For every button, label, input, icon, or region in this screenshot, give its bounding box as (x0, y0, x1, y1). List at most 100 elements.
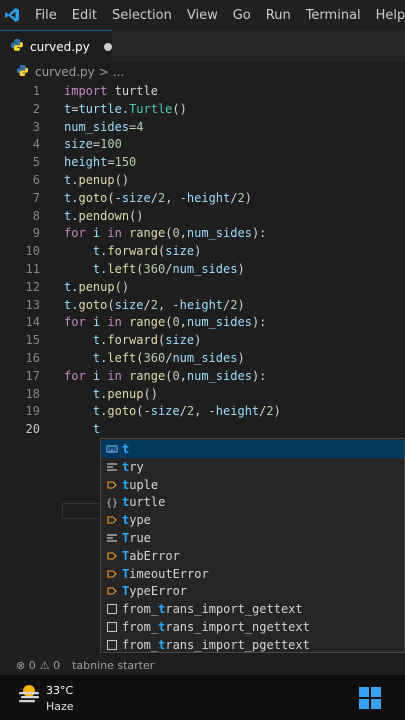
line-number: 3 (32, 119, 40, 134)
code-token: penup (107, 386, 144, 401)
code-line[interactable]: 9 for i in range(0,num_sides): (0, 224, 405, 242)
breadcrumb-file[interactable]: curved.py (35, 65, 95, 79)
code-text: num_sides=4 (64, 118, 144, 136)
code-token: , - (157, 297, 180, 312)
code-token: () (129, 208, 144, 223)
code-line[interactable]: 20 t (0, 420, 405, 438)
suggestion-item[interactable]: type (101, 511, 404, 529)
code-line[interactable]: 12 t.penup() (0, 278, 405, 296)
code-token: / (150, 190, 158, 205)
suggestion-item[interactable]: from_trans_import_pgettext (101, 636, 404, 654)
code-line[interactable]: 3 num_sides=4 (0, 118, 405, 136)
line-number: 1 (32, 84, 40, 98)
suggestion-label: TabError (122, 548, 180, 563)
code-token: 360 (143, 262, 166, 276)
menu-terminal[interactable]: Terminal (306, 8, 361, 23)
code-text: t.goto(-size/2, -height/2) (64, 189, 252, 207)
code-line[interactable]: 18 t.penup() (0, 385, 405, 403)
python-file-icon (16, 64, 29, 80)
suggestion-item[interactable]: try (101, 458, 404, 476)
suggestion-label: True (122, 531, 151, 545)
breadcrumb-more[interactable]: ... (113, 65, 124, 79)
code-token: forward (107, 333, 158, 348)
code-line[interactable]: 10 t.forward(size) (0, 242, 405, 260)
code-token: ) (237, 351, 245, 365)
menu-view[interactable]: View (187, 8, 218, 23)
code-text: t.pendown() (64, 207, 144, 225)
code-text: t.forward(size) (64, 242, 201, 260)
code-token: num_sides (172, 262, 238, 276)
menu-go[interactable]: Go (233, 8, 251, 23)
code-token: ) (237, 297, 245, 312)
code-token: , (179, 315, 187, 330)
code-token: / (143, 297, 151, 312)
unsaved-dot-icon[interactable] (103, 42, 112, 51)
code-line[interactable]: 4 size=100 (0, 135, 405, 153)
code-text: t.forward(size) (64, 331, 201, 349)
suggestion-item[interactable]: from_trans_import_gettext (101, 600, 404, 618)
code-token: in (107, 368, 122, 383)
code-line[interactable]: 2 t=turtle.Turtle() (0, 100, 405, 118)
code-token: , (179, 226, 187, 241)
vscode-logo-icon (4, 0, 20, 30)
code-line[interactable]: 5 height=150 (0, 153, 405, 171)
suggestion-item[interactable]: True (101, 529, 404, 547)
module-icon: {} (103, 493, 121, 511)
suggestion-item[interactable]: from_trans_import_ngettext (101, 618, 404, 636)
code-token: ) (194, 333, 202, 348)
code-token: ( (107, 297, 115, 312)
code-token: size (121, 190, 151, 205)
variable-icon: [ø] (103, 440, 121, 458)
suggestion-item[interactable]: tuple (101, 476, 404, 494)
code-line[interactable]: 1 import turtle (0, 82, 405, 100)
code-line[interactable]: 7 t.goto(-size/2, -height/2) (0, 189, 405, 207)
code-token: goto (107, 404, 137, 419)
code-line[interactable]: 19 t.goto(-size/2, -height/2) (0, 402, 405, 420)
code-token: 4 (136, 119, 144, 134)
class-icon (103, 582, 121, 600)
code-text: t.left(360/num_sides) (64, 260, 245, 278)
suggestion-item[interactable]: [ø] t (101, 440, 404, 458)
code-line[interactable]: 11 t.left(360/num_sides) (0, 260, 405, 278)
code-token: t (92, 422, 101, 437)
code-token: turtle (78, 101, 122, 116)
code-line[interactable]: 8 t.pendown() (0, 207, 405, 225)
suggestion-item[interactable]: TabError (101, 547, 404, 565)
code-line[interactable]: 13 t.goto(size/2, -height/2) (0, 296, 405, 314)
code-token: num_sides (186, 226, 252, 241)
code-line[interactable]: 17 for i in range(0,num_sides): (0, 367, 405, 385)
line-number: 13 (25, 297, 40, 312)
code-text: t.penup() (64, 385, 158, 403)
code-line[interactable]: 14 for i in range(0,num_sides): (0, 313, 405, 331)
code-text: t.penup() (64, 278, 129, 296)
code-line[interactable]: 15 t.forward(size) (0, 331, 405, 349)
code-token: . (121, 101, 130, 116)
line-number: 7 (32, 190, 40, 205)
warning-count[interactable]: ⚠ 0 (40, 659, 60, 672)
menu-selection[interactable]: Selection (112, 8, 172, 23)
keyword-icon (103, 458, 121, 476)
tabnine-status[interactable]: tabnine starter (72, 659, 154, 672)
suggestion-item[interactable]: TimeoutError (101, 565, 404, 583)
code-line[interactable]: 6 t.penup() (0, 171, 405, 189)
windows-start-icon[interactable] (359, 687, 381, 709)
menu-run[interactable]: Run (266, 8, 291, 23)
line-number: 5 (32, 155, 40, 170)
error-count[interactable]: ⊗ 0 (16, 659, 36, 672)
tab-curved-py[interactable]: curved.py (0, 30, 112, 62)
haze-weather-icon[interactable] (17, 683, 41, 709)
code-line[interactable]: 16 t.left(360/num_sides) (0, 349, 405, 367)
menu-file[interactable]: File (35, 8, 57, 23)
code-token: 2 (237, 190, 245, 205)
snippet-icon (103, 636, 121, 654)
menu-help[interactable]: Help (376, 8, 405, 23)
code-text: t.goto(-size/2, -height/2) (64, 402, 281, 420)
suggestion-item[interactable]: {} turtle (101, 493, 404, 511)
suggestion-item[interactable]: TypeError (101, 582, 404, 600)
line-number: 2 (32, 101, 40, 116)
weather-condition: Haze (46, 700, 74, 713)
menu-edit[interactable]: Edit (72, 8, 97, 23)
code-token: in (107, 315, 122, 330)
